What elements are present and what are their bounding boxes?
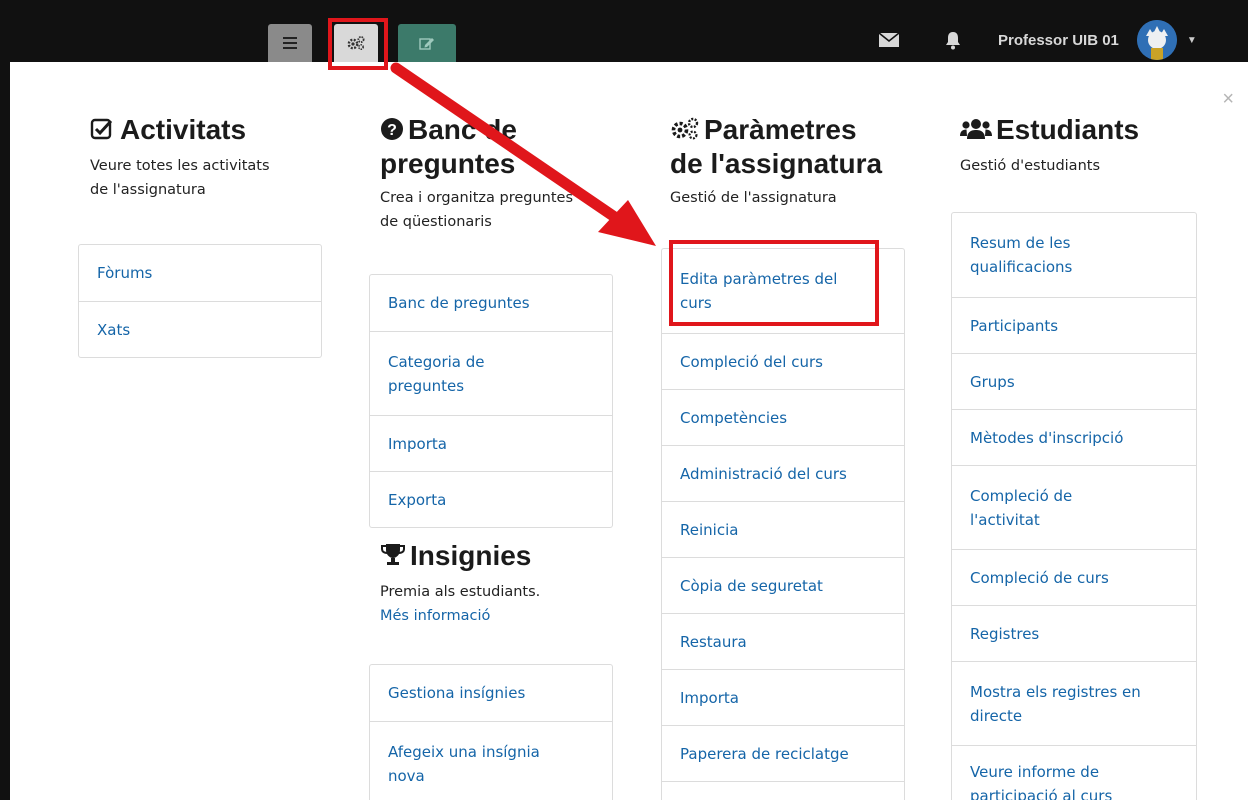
annotation-arrow	[390, 62, 656, 246]
